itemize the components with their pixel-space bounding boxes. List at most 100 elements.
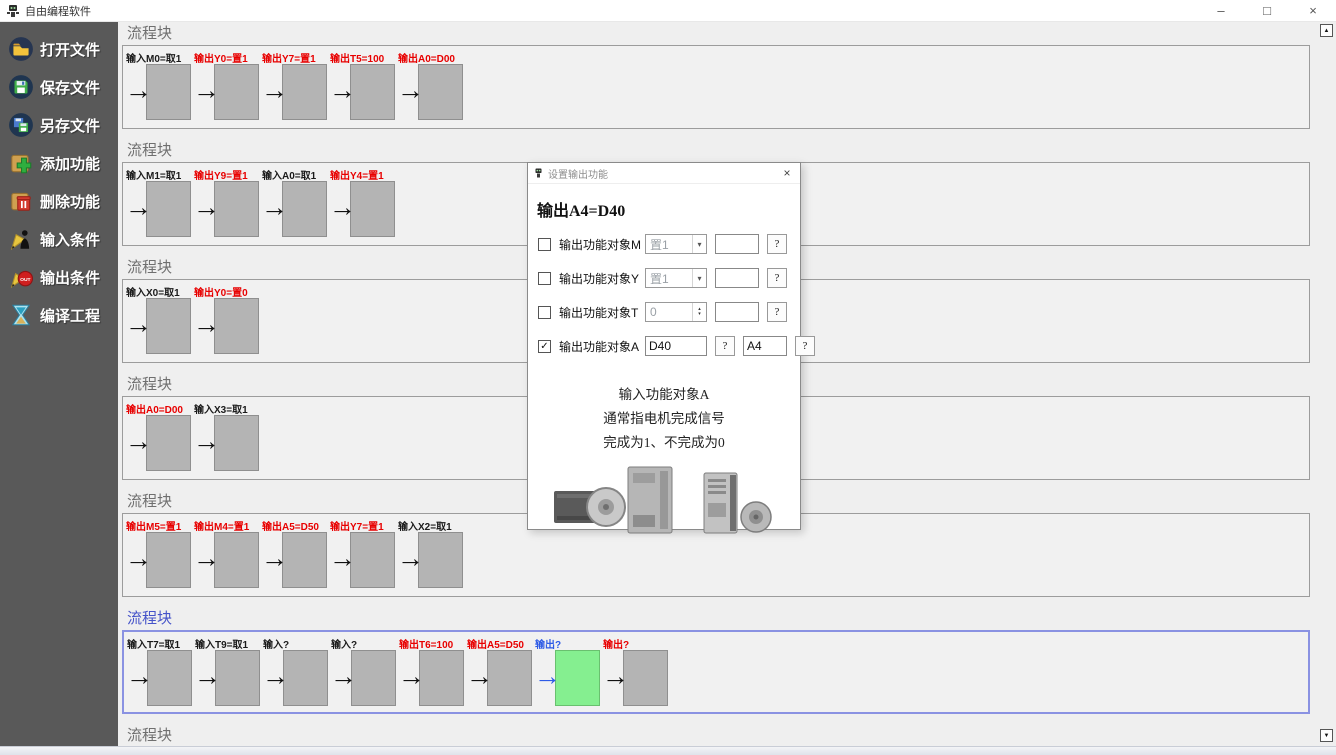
dialog-help-text: 输入功能对象A 通常指电机完成信号 完成为1、不完成为0 [528,383,800,455]
flow-unit: 输出Y0=置0→ [193,284,261,355]
close-button[interactable]: × [1290,0,1336,21]
sidebar-item-label: 另存文件 [40,115,100,136]
flow-unit: 输出M4=置1→ [193,518,261,589]
flow-block[interactable] [282,532,327,588]
flow-block[interactable] [146,415,191,471]
minimize-button[interactable]: – [1198,0,1244,21]
help-line: 通常指电机完成信号 [528,407,800,431]
row-label: 输出功能对象T [559,304,645,321]
flow-arrow-icon: → [262,648,283,704]
flow-unit: 输入?→ [262,636,330,707]
flow-unit: 输出?→ [534,636,602,707]
flow-unit: 输出M5=置1→ [125,518,193,589]
flow-unit: 输出Y4=置1→ [329,167,397,238]
value2-input[interactable] [715,268,759,288]
flow-unit: 输入X0=取1→ [125,284,193,355]
scroll-up-button[interactable]: ▲ [1320,24,1333,37]
sidebar-item-add-function[interactable]: 添加功能 [8,150,118,176]
flow-row-title: 流程块 [127,25,1310,43]
flow-block[interactable] [419,650,464,706]
flow-block-group[interactable]: 流程块输入M0=取1→输出Y0=置1→输出Y7=置1→输出T5=100→输出A0… [122,25,1310,129]
flow-block[interactable] [418,532,463,588]
output-function-row: 输出功能对象T0▴▾? [538,301,790,323]
dialog-icon [533,168,544,179]
flow-block[interactable] [623,650,668,706]
flow-arrow-icon: → [329,530,350,586]
flow-arrow-icon: → [194,648,215,704]
flow-block[interactable] [487,650,532,706]
flow-block[interactable] [418,64,463,120]
flow-block[interactable] [283,650,328,706]
scroll-down-button[interactable]: ▼ [1320,729,1333,742]
sidebar-item-output-condition[interactable]: OUT输出条件 [8,264,118,290]
flow-block[interactable] [214,181,259,237]
flow-unit: 输入X2=取1→ [397,518,465,589]
value2-input[interactable] [743,336,787,356]
flow-block[interactable] [146,181,191,237]
help-button[interactable]: ? [767,302,787,322]
value2-input[interactable] [715,302,759,322]
flow-block[interactable] [214,532,259,588]
maximize-button[interactable]: □ [1244,0,1290,21]
flow-block[interactable] [350,64,395,120]
help-line: 输入功能对象A [528,383,800,407]
flow-block[interactable] [214,298,259,354]
flow-block[interactable] [147,650,192,706]
checkbox[interactable]: ✓ [538,340,551,353]
flow-arrow-icon: → [193,179,214,235]
output-function-row: 输出功能对象M置1▾? [538,233,790,255]
checkbox[interactable] [538,238,551,251]
flow-block-group[interactable]: 流程块 [122,727,1310,746]
flow-block[interactable] [350,181,395,237]
flow-block[interactable] [282,64,327,120]
flow-block[interactable] [351,650,396,706]
flow-block[interactable] [146,298,191,354]
flow-block[interactable] [146,64,191,120]
flow-block[interactable] [214,415,259,471]
flow-block[interactable] [350,532,395,588]
flow-block[interactable] [214,64,259,120]
value-select[interactable]: 置1▾ [645,268,707,288]
value2-input[interactable] [715,234,759,254]
sidebar-item-open-file[interactable]: 打开文件 [8,36,118,62]
flow-arrow-icon: → [125,413,146,469]
flow-arrow-icon: → [534,648,555,704]
flow-arrow-icon: → [329,179,350,235]
sidebar-item-save-as-file[interactable]: 另存文件 [8,112,118,138]
flow-row-title: 流程块 [127,727,1310,745]
dialog-close-button[interactable]: × [774,163,800,183]
value-input[interactable] [645,336,707,356]
delete-function-icon [8,188,34,214]
flow-unit: 输入M1=取1→ [125,167,193,238]
sidebar-item-compile-project[interactable]: 编译工程 [8,302,118,328]
flow-block-group[interactable]: 流程块输入T7=取1→输入T9=取1→输入?→输入?→输出T6=100→输出A5… [122,610,1310,714]
flow-unit: 输入X3=取1→ [193,401,261,472]
sidebar-item-delete-function[interactable]: 删除功能 [8,188,118,214]
value-select[interactable]: 置1▾ [645,234,707,254]
checkbox[interactable] [538,306,551,319]
scrollbar[interactable]: ▲ ▼ [1319,24,1334,742]
row-label: 输出功能对象Y [559,270,645,287]
sidebar-item-input-condition[interactable]: 输入条件 [8,226,118,252]
dialog-rows: 输出功能对象M置1▾?输出功能对象Y置1▾?输出功能对象T0▴▾?✓输出功能对象… [528,233,800,357]
flow-unit: 输出A5=D50→ [261,518,329,589]
flow-unit: 输入T7=取1→ [126,636,194,707]
value-spinner[interactable]: 0▴▾ [645,302,707,322]
flow-arrow-icon: → [193,62,214,118]
window-titlebar: 自由编程软件 – □ × [0,0,1336,22]
spinner-buttons[interactable]: ▴▾ [692,303,706,321]
flow-block[interactable] [215,650,260,706]
checkbox[interactable] [538,272,551,285]
flow-block[interactable] [555,650,600,706]
window-controls: – □ × [1198,0,1336,21]
sidebar-item-save-file[interactable]: 保存文件 [8,74,118,100]
row-label: 输出功能对象M [559,236,645,253]
help-button[interactable]: ? [715,336,735,356]
help-button[interactable]: ? [767,268,787,288]
help-button[interactable]: ? [795,336,815,356]
flow-block[interactable] [282,181,327,237]
flow-unit: 输出Y7=置1→ [329,518,397,589]
flow-block[interactable] [146,532,191,588]
flow-arrow-icon: → [466,648,487,704]
help-button[interactable]: ? [767,234,787,254]
